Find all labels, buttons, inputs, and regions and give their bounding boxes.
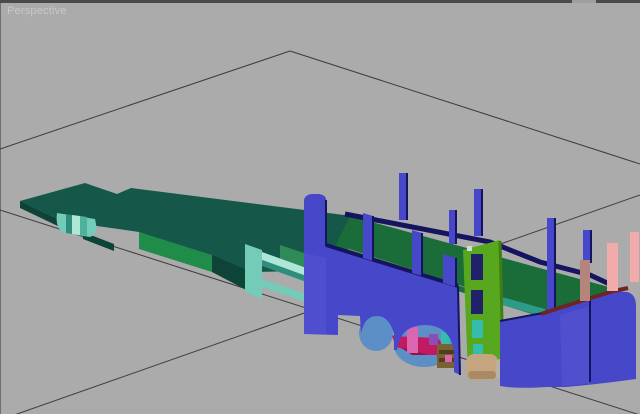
gooseneck-band-light <box>72 215 80 235</box>
ramp-left-face <box>245 244 262 299</box>
cab-facet-highlight <box>560 306 590 386</box>
viewport-title[interactable]: Perspective <box>7 5 67 17</box>
rack-cutout-cyan <box>472 320 483 338</box>
stake-post <box>449 210 456 244</box>
near-stake-post <box>412 230 422 276</box>
axle-block <box>429 334 438 345</box>
grid-edge-far-left <box>0 51 290 149</box>
rear-corner-post <box>443 254 456 287</box>
rack-cutout <box>471 254 483 280</box>
rack-highlight <box>467 246 472 251</box>
gooseneck-band-dark <box>66 214 72 234</box>
pink-post <box>607 243 618 291</box>
grid-edge-far-right <box>290 51 640 164</box>
truck-headboard-rack[interactable] <box>463 240 503 374</box>
hub-pin <box>445 355 452 362</box>
stake-post <box>547 218 555 314</box>
rack-cutout <box>471 290 483 314</box>
stake-post <box>583 230 591 263</box>
wheel-tire-shadow <box>468 371 496 379</box>
stake-post <box>474 189 482 236</box>
salmon-post <box>580 260 590 301</box>
viewport-canvas[interactable] <box>0 3 640 414</box>
body-facet-highlight <box>304 253 326 334</box>
stake-post <box>399 173 407 220</box>
perspective-viewport[interactable]: Perspective <box>0 0 640 414</box>
gooseneck-band-mid <box>80 216 87 236</box>
suspension-cylinder <box>407 327 418 353</box>
pink-post-edge <box>630 232 639 282</box>
hub-band <box>439 350 455 354</box>
near-stake-post <box>363 213 373 261</box>
